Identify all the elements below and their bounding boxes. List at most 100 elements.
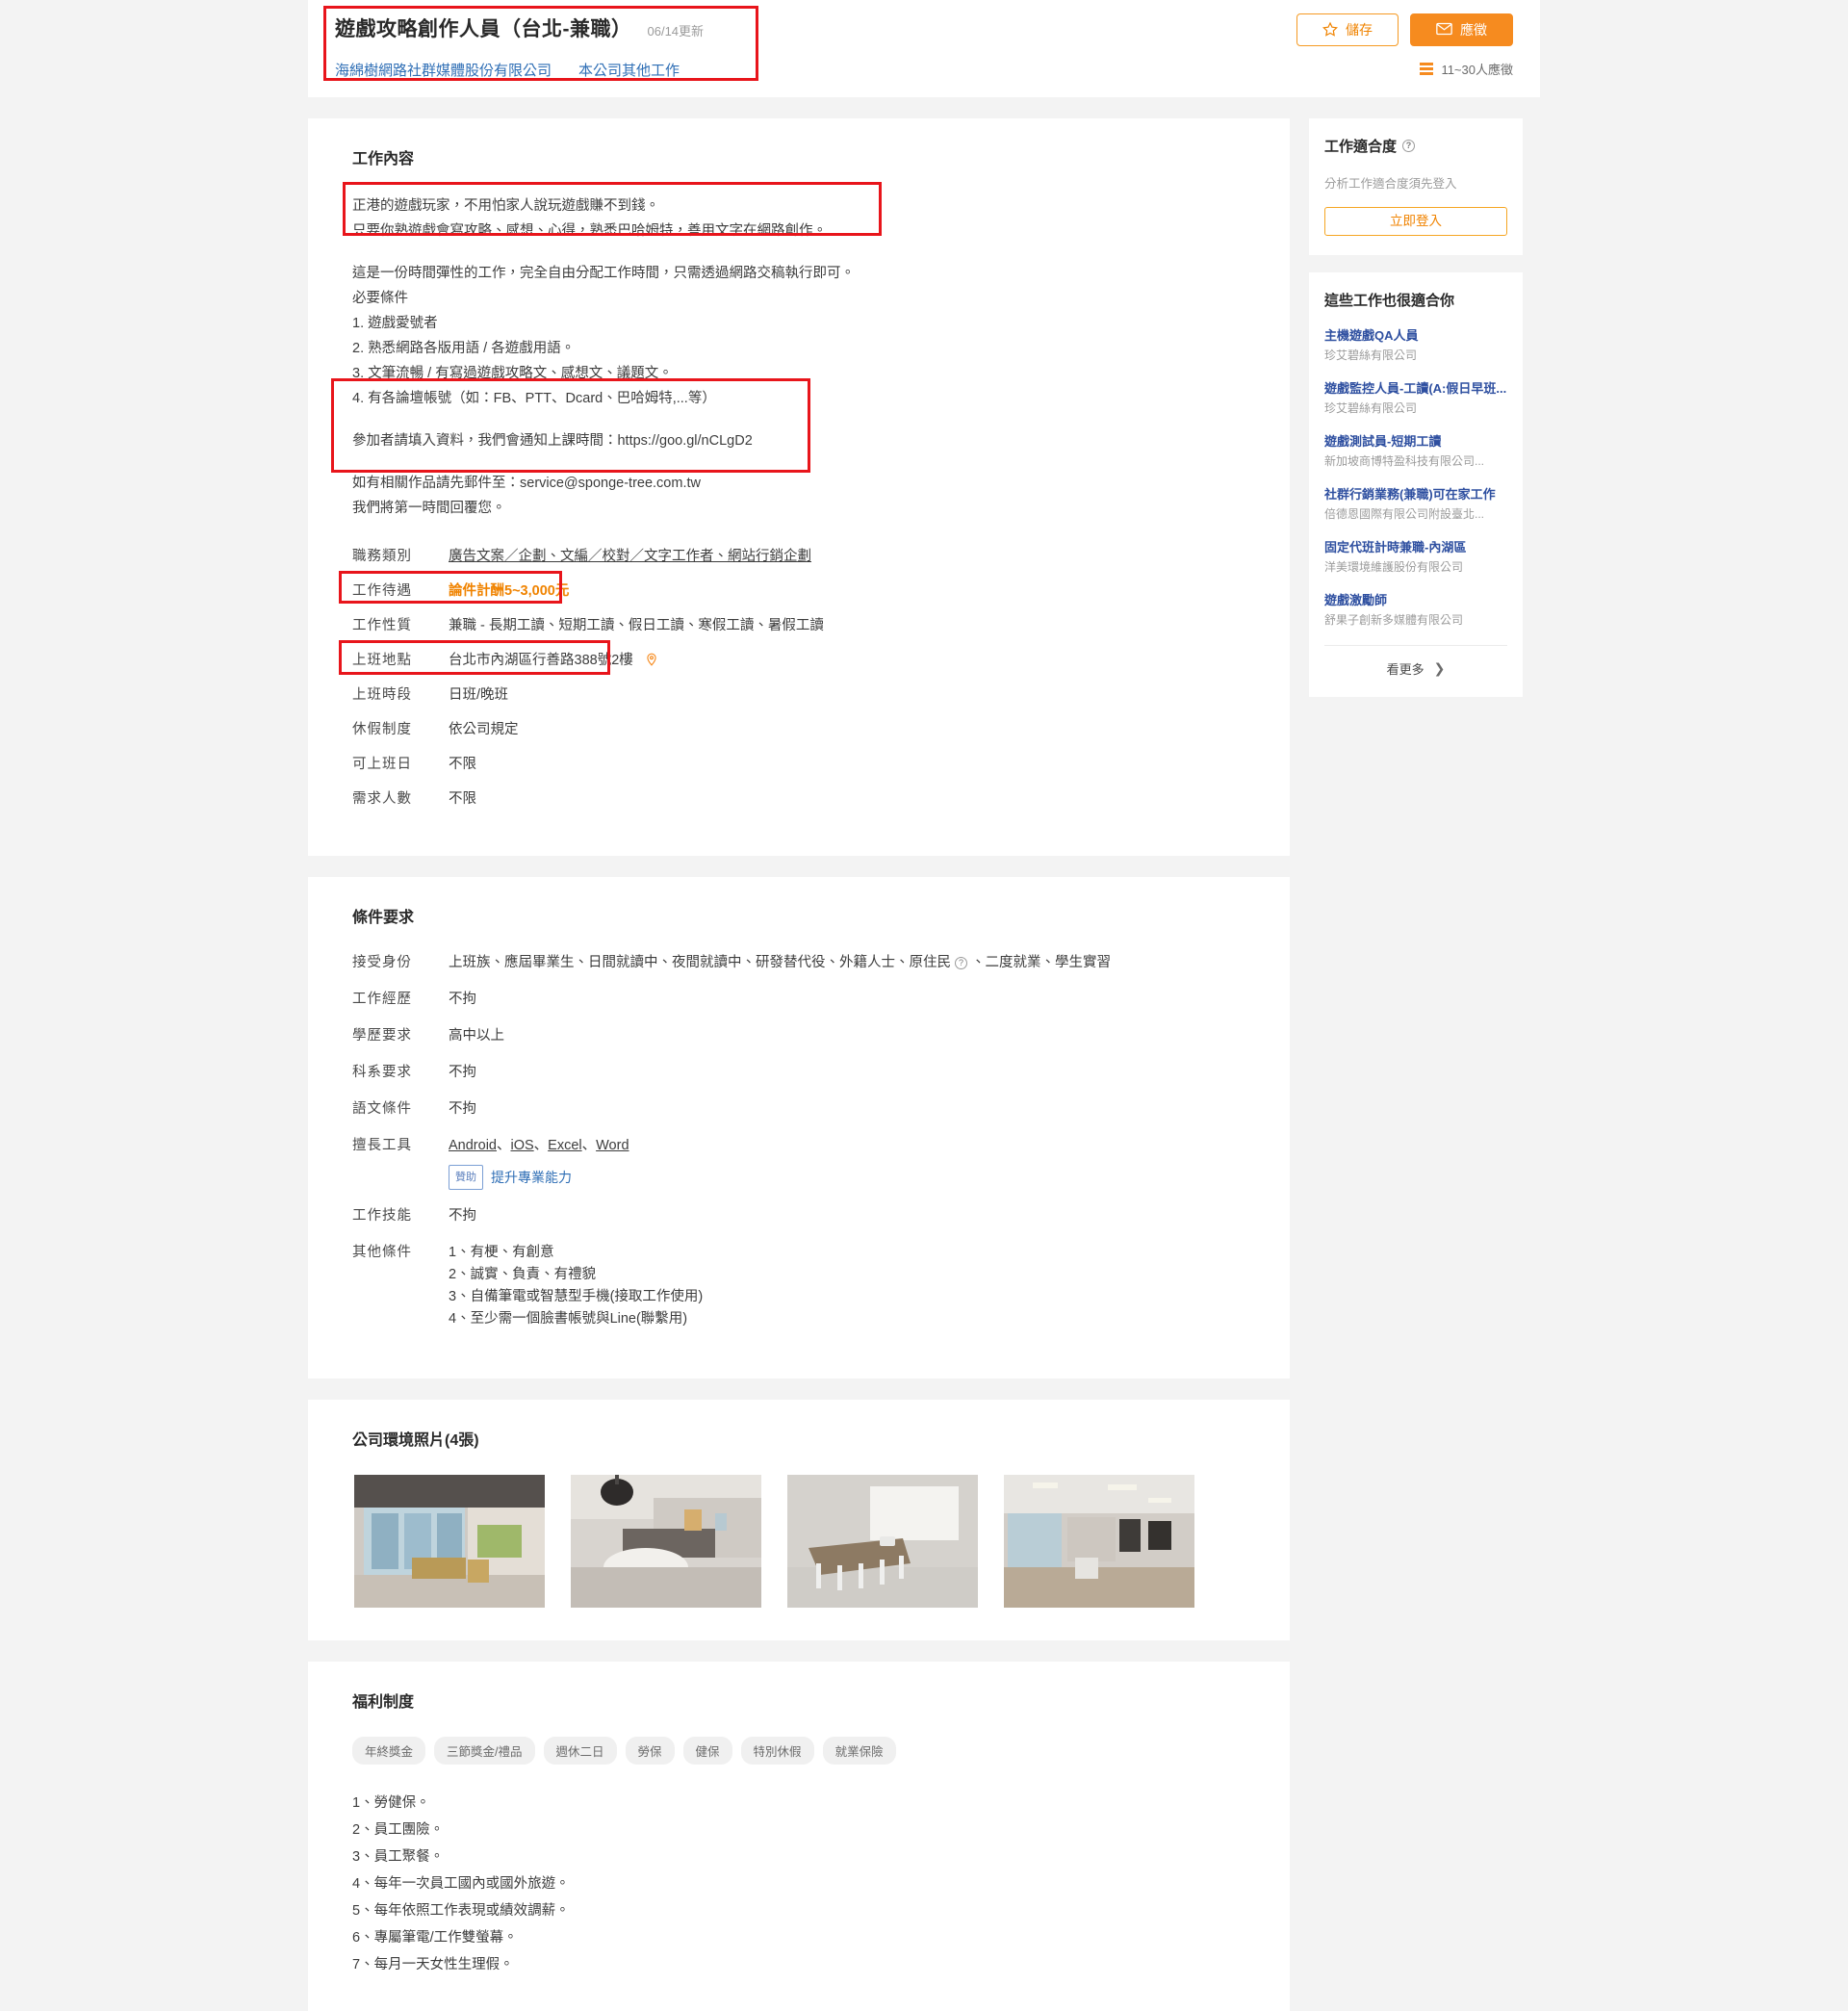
requirement-row-language: 語文條件 不拘	[352, 1098, 1245, 1120]
benefit-line: 6、專屬筆電/工作雙螢幕。	[352, 1930, 518, 1946]
list-item[interactable]: 固定代班計時兼職-內湖區 洋美環境維護股份有限公司	[1324, 539, 1507, 576]
office-photo-thumbnail[interactable]	[787, 1475, 978, 1608]
requirement-label: 其他條件	[352, 1245, 412, 1260]
benefits-title: 福利制度	[352, 1694, 415, 1711]
job-fit-note: 分析工作適合度須先登入	[1324, 177, 1457, 191]
tool-link[interactable]: Word	[596, 1138, 629, 1153]
company-other-jobs-link[interactable]: 本公司其他工作	[578, 60, 680, 80]
requirement-label: 科系要求	[352, 1065, 412, 1080]
job-fit-title-row: 工作適合度 ?	[1324, 136, 1507, 156]
benefits-card: 福利制度 年終獎金 三節獎金/禮品 週休二日 勞保 健保 特別休假 就業保險 1…	[308, 1662, 1290, 2011]
recommended-job-title[interactable]: 社群行銷業務(兼職)可在家工作	[1324, 486, 1507, 503]
other-condition-line: 1、有梗、有創意	[449, 1245, 554, 1260]
requirement-value: 不拘	[449, 1208, 476, 1224]
job-category-links: 廣告文案／企劃、文編／校對／文字工作者、網站行銷企劃	[449, 549, 811, 564]
benefit-tag-row: 年終獎金 三節獎金/禮品 週休二日 勞保 健保 特別休假 就業保險	[352, 1737, 1245, 1765]
applicant-count-row: 11~30人應徵	[1420, 60, 1513, 78]
apply-button[interactable]: 應徵	[1410, 13, 1513, 46]
job-description: 正港的遊戲玩家，不用怕家人說玩遊戲賺不到錢。 只要你熟遊戲會寫攻略、感想、心得，…	[331, 182, 1245, 521]
applicant-count-label: 11~30人應徵	[1441, 63, 1513, 77]
benefit-line: 4、每年一次員工國內或國外旅遊。	[352, 1876, 570, 1892]
requirements-card: 條件要求 接受身份 上班族、應屆畢業生、日間就讀中、夜間就讀中、研發替代役、外籍…	[308, 877, 1290, 1379]
sidebar: 工作適合度 ? 分析工作適合度須先登入 立即登入 這些工作也很適合你 主機遊戲Q…	[1309, 118, 1523, 697]
recommended-job-title[interactable]: 主機遊戲QA人員	[1324, 327, 1507, 345]
question-mark-icon[interactable]: ?	[955, 957, 968, 969]
photos-title: 公司環境照片(4張)	[352, 1432, 479, 1449]
envelope-icon	[1436, 22, 1452, 38]
identity-list-suffix: 、二度就業、學生實習	[971, 955, 1112, 970]
list-item[interactable]: 遊戲激勵師 舒果子創新多媒體有限公司	[1324, 592, 1507, 629]
requirement-label: 工作技能	[352, 1208, 412, 1224]
list-item[interactable]: 主機遊戲QA人員 珍艾碧絲有限公司	[1324, 327, 1507, 364]
recommended-job-company: 珍艾碧絲有限公司	[1324, 401, 1418, 415]
update-date: 06/14更新	[647, 24, 705, 39]
tool-link[interactable]: Excel	[548, 1138, 581, 1153]
description-line: 3. 文筆流暢 / 有寫過遊戲攻略文、感想文、議題文。	[352, 366, 673, 381]
list-item[interactable]: 遊戲測試員-短期工讀 新加坡商博特盈科技有限公司...	[1324, 433, 1507, 470]
requirement-row-skills: 工作技能 不拘	[352, 1205, 1245, 1226]
requirement-row-other: 其他條件 1、有梗、有創意 2、誠實、負責、有禮貌 3、自備筆電或智慧型手機(接…	[352, 1242, 1245, 1330]
recommended-job-company: 新加坡商博特盈科技有限公司...	[1324, 454, 1485, 468]
benefit-line: 2、員工團險。	[352, 1822, 445, 1838]
recommended-job-title[interactable]: 遊戲監控人員-工讀(A:假日早班...	[1324, 380, 1507, 398]
title-row: 遊戲攻略創作人員（台北-兼職） 06/14更新	[335, 13, 704, 42]
benefit-line: 5、每年依照工作表現或績效調薪。	[352, 1903, 570, 1919]
save-button[interactable]: 儲存	[1296, 13, 1399, 46]
description-line: 必要條件	[352, 291, 408, 306]
requirement-row-major: 科系要求 不拘	[352, 1062, 1245, 1083]
list-item[interactable]: 社群行銷業務(兼職)可在家工作 倍德恩國際有限公司附設臺北...	[1324, 486, 1507, 523]
tool-separator: 、	[496, 1138, 511, 1153]
description-contact-line: 如有相關作品請先郵件至：service@sponge-tree.com.tw	[352, 476, 701, 491]
recommended-jobs-card: 這些工作也很適合你 主機遊戲QA人員 珍艾碧絲有限公司 遊戲監控人員-工讀(A:…	[1309, 272, 1523, 697]
list-item[interactable]: 遊戲監控人員-工讀(A:假日早班... 珍艾碧絲有限公司	[1324, 380, 1507, 417]
office-photo-thumbnail[interactable]	[571, 1475, 761, 1608]
job-header-actions: 儲存 應徵 11~30人應徵	[1296, 13, 1513, 78]
office-photo-thumbnail[interactable]	[354, 1475, 545, 1608]
apply-button-label: 應徵	[1460, 22, 1487, 38]
recommended-job-title[interactable]: 遊戲測試員-短期工讀	[1324, 433, 1507, 451]
question-mark-icon[interactable]: ?	[1402, 140, 1416, 152]
detail-value: 不限	[449, 791, 476, 807]
detail-value: 日班/晚班	[449, 687, 509, 703]
map-pin-icon[interactable]	[645, 652, 658, 666]
tool-link[interactable]: Android	[449, 1138, 497, 1153]
requirement-value: 不拘	[449, 992, 476, 1007]
detail-label: 休假制度	[352, 722, 412, 737]
job-content-card: 工作內容 正港的遊戲玩家，不用怕家人說玩遊戲賺不到錢。 只要你熟遊戲會寫攻略、感…	[308, 118, 1290, 856]
location-text: 台北市內湖區行善路388號2樓	[449, 653, 633, 668]
sponsored-promo-link[interactable]: 提升專業能力	[491, 1167, 572, 1188]
requirement-value: 不拘	[449, 1065, 476, 1080]
description-line: 正港的遊戲玩家，不用怕家人說玩遊戲賺不到錢。	[352, 198, 659, 214]
description-contact-line: 參加者請填入資料，我們會通知上課時間：https://goo.gl/nCLgD2	[352, 433, 753, 449]
recommended-job-company: 珍艾碧絲有限公司	[1324, 348, 1418, 362]
recommended-job-title[interactable]: 固定代班計時兼職-內湖區	[1324, 539, 1507, 556]
bars-icon	[1420, 63, 1434, 75]
tool-link[interactable]: iOS	[510, 1138, 533, 1153]
detail-row-vacation: 休假制度 依公司規定	[352, 719, 1245, 740]
sponsored-promo[interactable]: 贊助 提升專業能力	[449, 1165, 629, 1190]
login-button[interactable]: 立即登入	[1324, 207, 1507, 236]
detail-label: 工作性質	[352, 618, 412, 633]
detail-label: 職務類別	[352, 549, 412, 564]
detail-row-category: 職務類別 廣告文案／企劃、文編／校對／文字工作者、網站行銷企劃	[352, 546, 1245, 567]
requirement-row-education: 學歷要求 高中以上	[352, 1025, 1245, 1046]
detail-label: 需求人數	[352, 791, 412, 807]
chevron-right-icon: ❯	[1433, 660, 1446, 676]
recommended-job-company: 洋美環境維護股份有限公司	[1324, 560, 1464, 574]
detail-label: 上班地點	[352, 653, 412, 668]
benefit-line: 1、勞健保。	[352, 1795, 430, 1811]
other-condition-line: 2、誠實、負責、有禮貌	[449, 1267, 597, 1282]
photo-strip	[352, 1475, 1245, 1608]
recommended-job-title[interactable]: 遊戲激勵師	[1324, 592, 1507, 609]
office-photo-thumbnail[interactable]	[1004, 1475, 1194, 1608]
recommended-job-company: 舒果子創新多媒體有限公司	[1324, 613, 1464, 627]
benefit-tag: 特別休假	[740, 1737, 814, 1765]
description-line: 這是一份時間彈性的工作，完全自由分配工作時間，只需透過網路交稿執行即可。	[352, 266, 855, 281]
detail-value[interactable]: 廣告文案／企劃、文編／校對／文字工作者、網站行銷企劃	[449, 546, 811, 567]
detail-row-shift: 上班時段 日班/晚班	[352, 684, 1245, 706]
recommended-jobs-title: 這些工作也很適合你	[1324, 293, 1455, 309]
company-name-link[interactable]: 海綿樹網路社群媒體股份有限公司	[335, 60, 552, 80]
requirement-row-identity: 接受身份 上班族、應屆畢業生、日間就讀中、夜間就讀中、研發替代役、外籍人士、原住…	[352, 952, 1245, 973]
see-more-button[interactable]: 看更多 ❯	[1324, 645, 1507, 678]
